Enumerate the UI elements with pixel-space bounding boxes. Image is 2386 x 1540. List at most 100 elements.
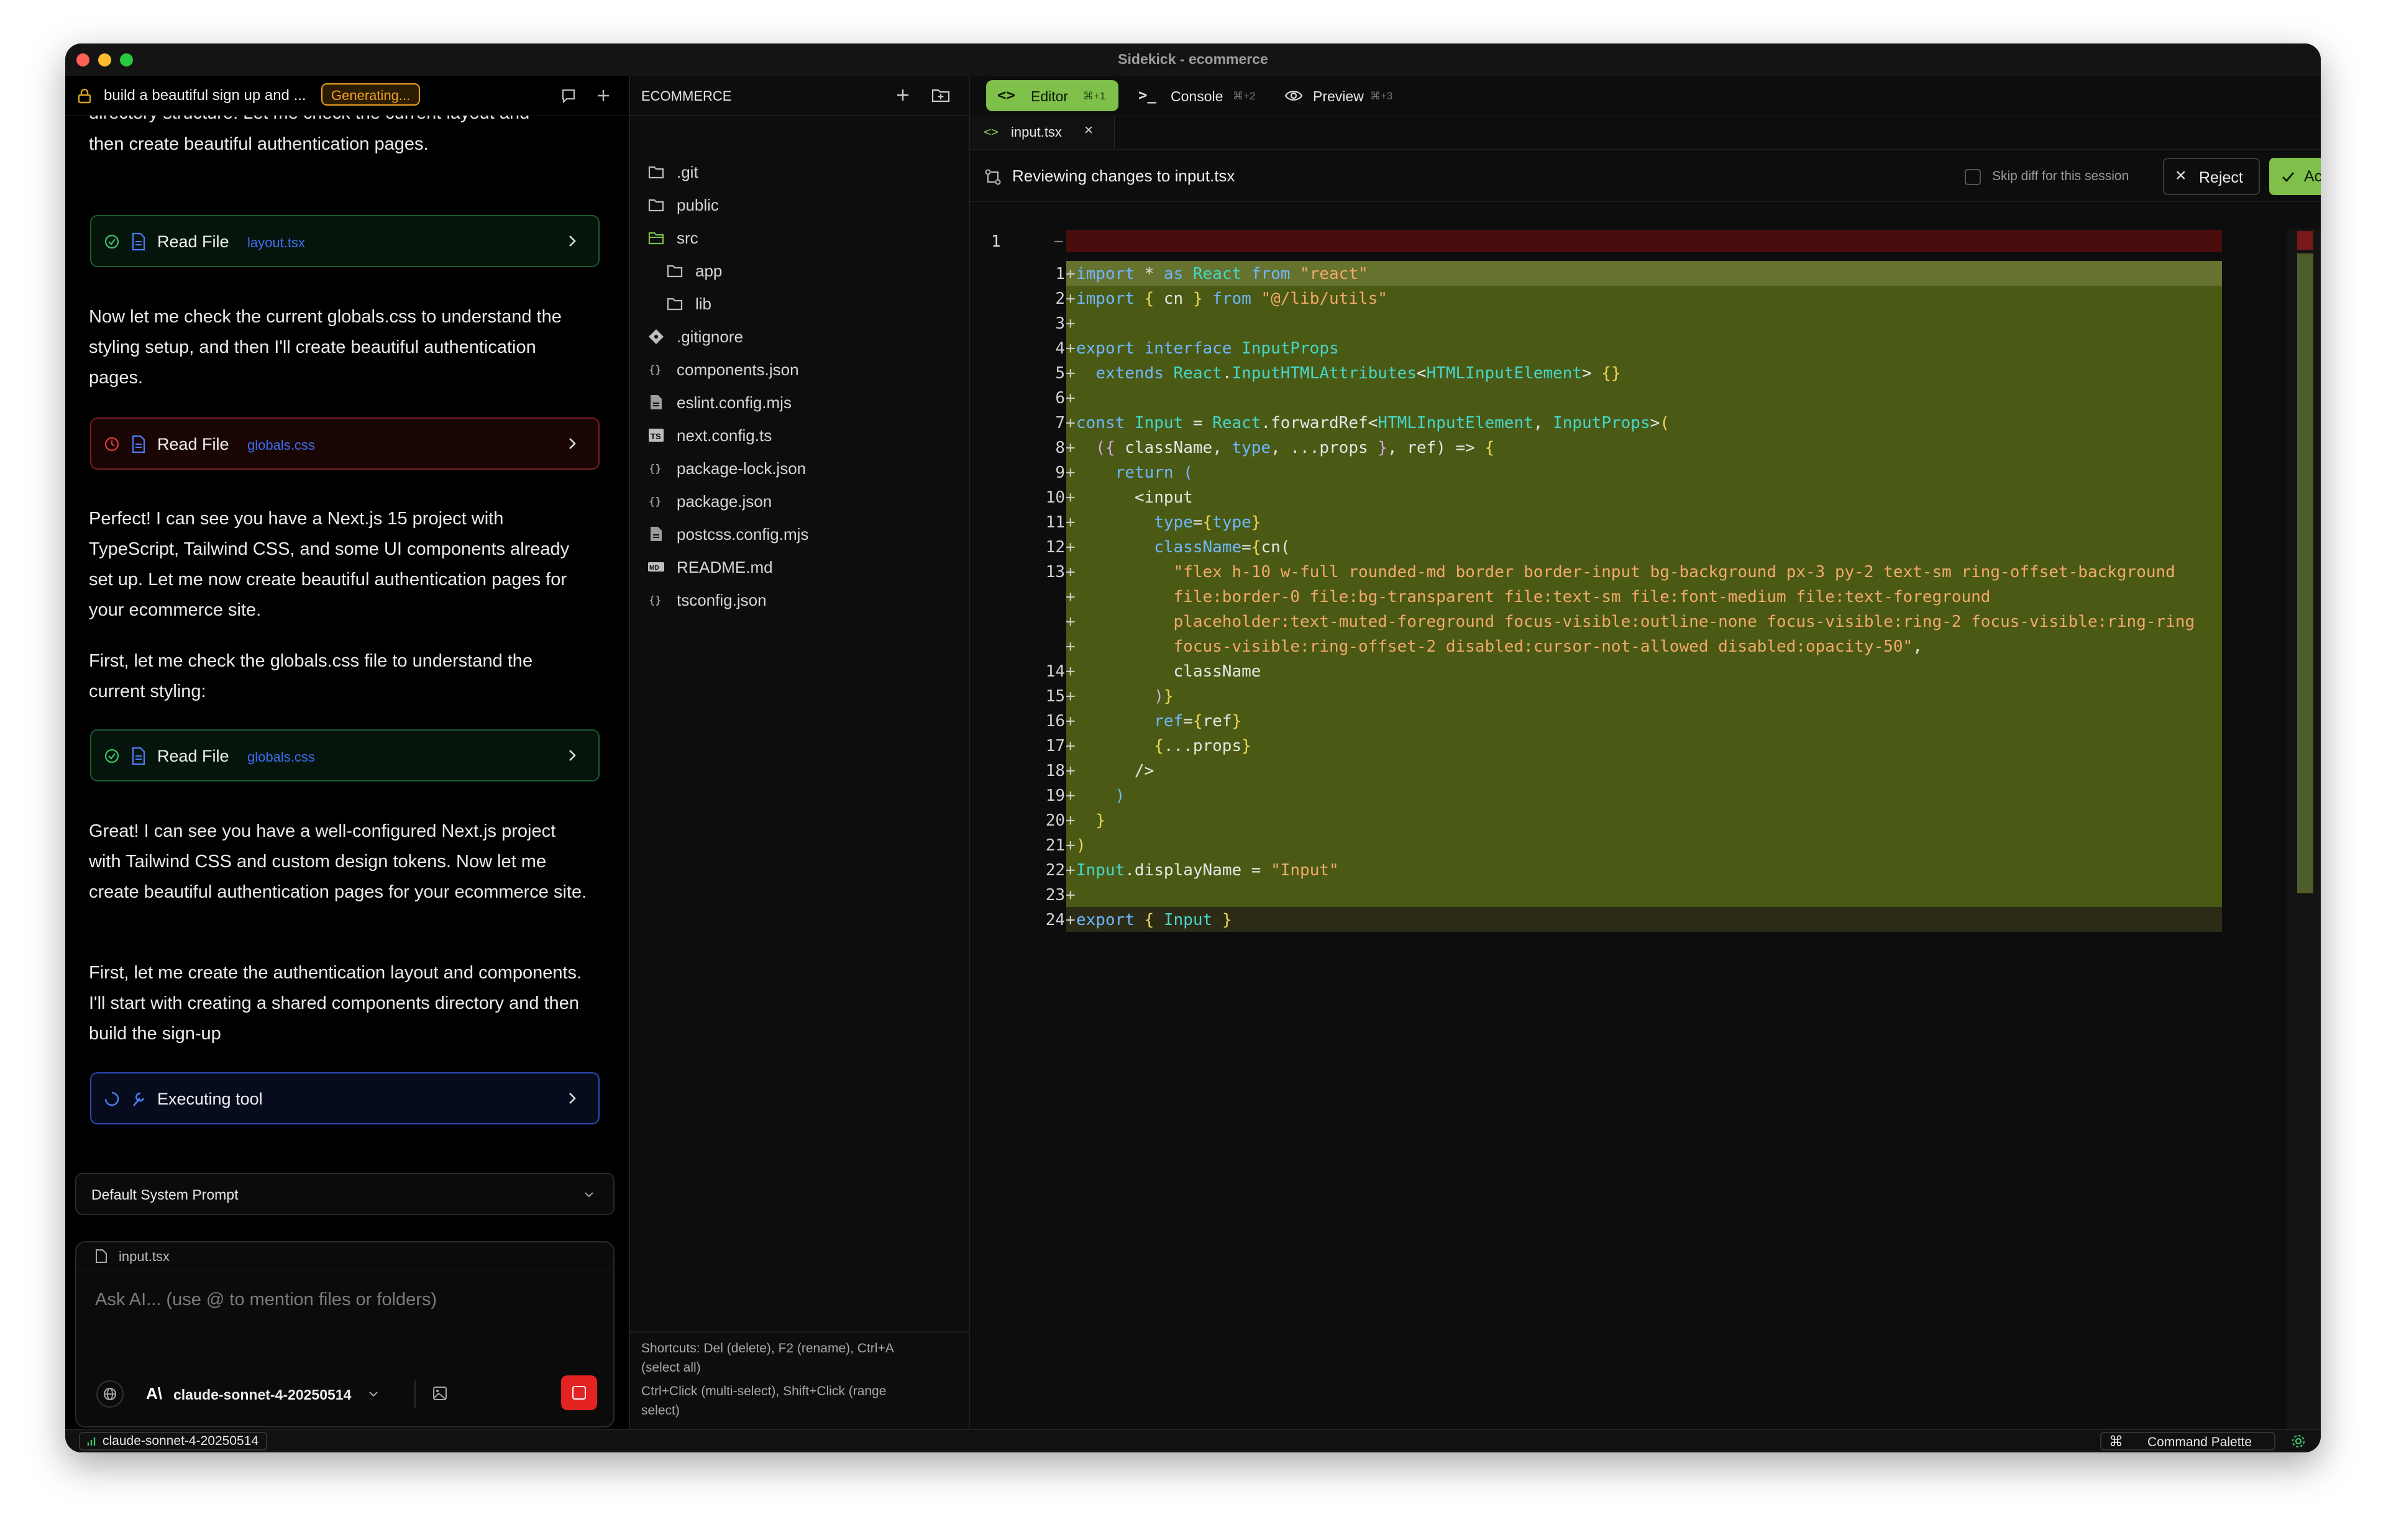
code-text[interactable]: <input [1076, 488, 1193, 507]
file-tree-item[interactable]: src [630, 221, 969, 254]
new-folder-icon[interactable] [931, 86, 951, 104]
app-window: Sidekick - ecommerce build a beautiful s… [65, 43, 2321, 1452]
globe-button[interactable] [96, 1380, 124, 1408]
code-text[interactable]: return ( [1076, 463, 1193, 482]
gear-icon[interactable] [2291, 1434, 2306, 1449]
code-text[interactable]: /> [1076, 762, 1154, 780]
review-bar: Reviewing changes to input.tsx Skip diff… [970, 149, 2321, 202]
code-text[interactable]: )} [1076, 687, 1173, 706]
file-tree-item[interactable]: .gitignore [630, 320, 969, 353]
file-tree-item[interactable]: MD README.md [630, 550, 969, 583]
new-chat-icon[interactable] [595, 87, 612, 104]
tab-label: Editor [1031, 88, 1069, 104]
stop-button[interactable] [561, 1375, 597, 1410]
file-tree-item[interactable]: {} package-lock.json [630, 452, 969, 485]
file-tree-item[interactable]: app [630, 254, 969, 287]
file-tree-item-name: tsconfig.json [677, 591, 767, 609]
code-text[interactable]: placeholder:text-muted-foreground focus-… [1076, 613, 2195, 631]
code-text[interactable]: focus-visible:ring-offset-2 disabled:cur… [1076, 637, 1922, 656]
stop-icon [572, 1386, 586, 1400]
line-number: 12 [1045, 538, 1065, 557]
file-icon [651, 395, 662, 409]
code-icon: <> [984, 124, 999, 139]
tab-label: Preview [1313, 88, 1364, 104]
file-tree-item-name: public [677, 196, 719, 214]
file-tree-item-name: README.md [677, 558, 773, 576]
tool-card-read-file-error[interactable]: Read File globals.css [90, 417, 600, 470]
close-tab-icon[interactable]: × [1084, 122, 1093, 139]
code-text[interactable]: export { Input } [1076, 911, 1232, 929]
code-text[interactable]: className={cn( [1076, 538, 1290, 557]
file-tree-item-name: next.config.ts [677, 426, 772, 445]
code-token: <input [1076, 488, 1193, 507]
context-file-chip[interactable]: input.tsx [76, 1242, 613, 1270]
git-icon [649, 329, 664, 344]
skip-diff-checkbox[interactable] [1965, 169, 1981, 185]
code-text[interactable]: ) [1076, 836, 1086, 855]
file-tree-item[interactable]: {} package.json [630, 485, 969, 517]
diff-add-marker: + [1066, 439, 1076, 457]
diff-add-marker: + [1066, 861, 1076, 880]
reject-button[interactable]: × Reject [2163, 158, 2260, 195]
clock-error-icon [104, 437, 119, 452]
accept-button[interactable]: Accept [2269, 158, 2321, 195]
code-text[interactable]: className [1076, 662, 1261, 681]
code-line: 17 + {...props} [970, 733, 2321, 758]
code-text[interactable]: Input.displayName = "Input" [1076, 861, 1339, 880]
code-text[interactable]: file:border-0 file:bg-transparent file:t… [1076, 588, 1991, 606]
line-number: 24 [1045, 911, 1065, 929]
code-text[interactable]: extends React.InputHTMLAttributes<HTMLIn… [1076, 364, 1620, 383]
code-text[interactable]: import { cn } from "@/lib/utils" [1076, 289, 1387, 308]
skip-diff-label[interactable]: Skip diff for this session [1992, 169, 2129, 184]
file-tree-item[interactable]: eslint.config.mjs [630, 386, 969, 419]
code-text[interactable]: ref={ref} [1076, 712, 1241, 731]
tab-console[interactable]: >_ Console ⌘+2 [1130, 80, 1266, 111]
chat-message: Now let me check the current globals.css… [89, 307, 562, 388]
tool-card-executing[interactable]: Executing tool [90, 1072, 600, 1124]
diff-add-marker: + [1066, 563, 1076, 581]
tab-editor[interactable]: <> Editor ⌘+1 [986, 80, 1118, 111]
code-text[interactable]: const Input = React.forwardRef<HTMLInput… [1076, 414, 1670, 432]
code-text[interactable]: ) [1076, 786, 1125, 805]
file-tree-item[interactable]: {} components.json [630, 353, 969, 386]
line-number: 10 [1045, 488, 1065, 507]
line-number: 21 [1045, 836, 1065, 855]
code-text[interactable]: type={type} [1076, 513, 1261, 532]
folder-icon [648, 199, 664, 212]
code-text[interactable]: import * as React from "react" [1076, 265, 1368, 283]
command-palette-button[interactable]: ⌘ Command Palette [2100, 1432, 2275, 1451]
code-text[interactable]: "flex h-10 w-full rounded-md border bord… [1076, 563, 2175, 581]
diff-add-marker: + [1066, 364, 1076, 383]
new-file-icon[interactable] [894, 86, 912, 104]
code-text[interactable]: ({ className, type, ...props }, ref) => … [1076, 439, 1494, 457]
line-number: 3 [1055, 314, 1065, 333]
system-prompt-select[interactable]: Default System Prompt [75, 1173, 615, 1215]
file-tree-item[interactable]: TS next.config.ts [630, 419, 969, 452]
file-tree-item[interactable]: {} tsconfig.json [630, 583, 969, 616]
tool-label: Read File [157, 747, 229, 765]
code-text[interactable]: } [1076, 811, 1105, 830]
file-tree-item[interactable]: public [630, 188, 969, 221]
tab-preview[interactable]: Preview ⌘+3 [1276, 80, 1412, 111]
tool-card-read-file[interactable]: Read File globals.css [90, 729, 600, 781]
code-token: } [1251, 513, 1261, 532]
model-status-chip[interactable]: claude-sonnet-4-20250514 [79, 1432, 268, 1451]
code-token: = [1192, 513, 1203, 532]
file-tab-input[interactable]: <> input.tsx × [970, 116, 1115, 149]
editor-scrollbar[interactable] [2287, 229, 2321, 1429]
file-tree-item[interactable]: lib [630, 287, 969, 320]
status-model-name: claude-sonnet-4-20250514 [103, 1434, 259, 1448]
line-number: 7 [1055, 414, 1065, 432]
file-tree-item[interactable]: postcss.config.mjs [630, 517, 969, 550]
code-text[interactable]: export interface InputProps [1076, 339, 1339, 358]
file-tree-item[interactable]: .git [630, 155, 969, 188]
thread-title[interactable]: build a beautiful sign up and ... [104, 87, 306, 104]
code-token: = [1183, 414, 1213, 432]
code-line: 19 + ) [970, 783, 2321, 808]
chat-input[interactable]: Ask AI... (use @ to mention files or fol… [95, 1290, 437, 1310]
removed-line-bg [1066, 230, 2222, 252]
chat-history-icon[interactable] [560, 87, 577, 104]
code-text[interactable]: {...props} [1076, 737, 1251, 755]
tool-card-read-file[interactable]: Read File layout.tsx [90, 215, 600, 267]
attach-image-button[interactable] [424, 1378, 455, 1409]
